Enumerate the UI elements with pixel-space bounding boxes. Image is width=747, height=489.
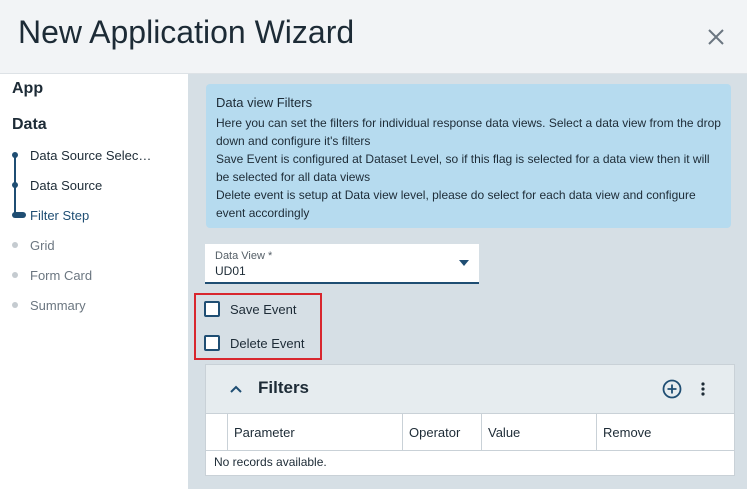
main-panel: Data view Filters Here you can set the f… bbox=[188, 74, 747, 489]
wizard-header: New Application Wizard bbox=[0, 0, 747, 74]
info-box: Data view Filters Here you can set the f… bbox=[206, 84, 731, 228]
step-dot bbox=[12, 272, 18, 278]
section-app[interactable]: App bbox=[12, 80, 43, 98]
data-view-dropdown[interactable]: Data View * UD01 bbox=[205, 244, 479, 284]
no-records-text: No records available. bbox=[214, 455, 327, 469]
wizard-sidebar: App Data Data Source Selec… Data Source … bbox=[0, 74, 188, 489]
step-filter[interactable]: Filter Step bbox=[30, 208, 89, 223]
column-parameter[interactable]: Parameter bbox=[228, 414, 403, 450]
select-column bbox=[206, 414, 228, 450]
more-options-icon[interactable] bbox=[696, 379, 710, 399]
close-icon[interactable] bbox=[705, 26, 727, 48]
filters-title: Filters bbox=[258, 378, 310, 397]
step-data-source[interactable]: Data Source bbox=[30, 178, 102, 193]
info-heading: Data view Filters bbox=[216, 95, 313, 110]
delete-event-label: Delete Event bbox=[230, 335, 305, 351]
data-view-label: Data View * bbox=[215, 250, 273, 262]
column-remove[interactable]: Remove bbox=[597, 414, 734, 450]
step-form-card[interactable]: Form Card bbox=[30, 268, 92, 283]
data-view-value: UD01 bbox=[215, 264, 246, 278]
chevron-down-icon[interactable] bbox=[459, 260, 469, 266]
page-title: New Application Wizard bbox=[18, 14, 355, 50]
save-event-checkbox[interactable]: Save Event bbox=[204, 299, 297, 319]
step-dot bbox=[12, 152, 18, 158]
delete-event-checkbox[interactable]: Delete Event bbox=[204, 333, 304, 353]
column-value[interactable]: Value bbox=[482, 414, 597, 450]
info-line: Save Event is configured at Dataset Leve… bbox=[216, 152, 710, 184]
checkbox-icon[interactable] bbox=[204, 335, 220, 351]
add-filter-icon[interactable] bbox=[662, 379, 682, 399]
chevron-up-icon[interactable] bbox=[228, 381, 244, 397]
step-grid[interactable]: Grid bbox=[30, 238, 55, 253]
filters-header: Filters bbox=[206, 365, 734, 413]
step-summary[interactable]: Summary bbox=[30, 298, 86, 313]
step-dot bbox=[12, 302, 18, 308]
active-step-marker bbox=[12, 212, 26, 218]
step-dot bbox=[12, 242, 18, 248]
column-operator[interactable]: Operator bbox=[403, 414, 482, 450]
step-data-source-selection[interactable]: Data Source Selec… bbox=[30, 148, 151, 163]
checkbox-icon[interactable] bbox=[204, 301, 220, 317]
filters-panel: Filters Parameter Operator Value Remove … bbox=[205, 364, 735, 476]
info-line: Here you can set the filters for individ… bbox=[216, 116, 721, 148]
info-line: Delete event is setup at Data view level… bbox=[216, 188, 696, 220]
step-dot bbox=[12, 182, 18, 188]
save-event-label: Save Event bbox=[230, 301, 297, 317]
filters-table-header: Parameter Operator Value Remove bbox=[206, 413, 734, 451]
section-data[interactable]: Data bbox=[12, 116, 47, 134]
